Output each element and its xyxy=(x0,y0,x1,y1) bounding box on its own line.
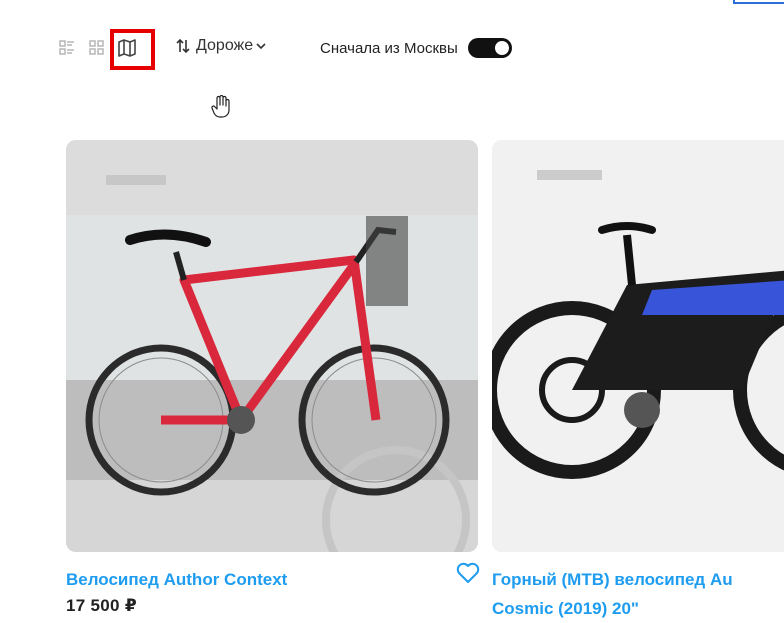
grid-view-icon xyxy=(89,40,104,55)
red-bike-photo xyxy=(66,140,478,552)
product-title-line-2: Cosmic (2019) 20" xyxy=(492,599,639,618)
heart-outline-icon[interactable] xyxy=(456,562,480,584)
sort-label: Дороже xyxy=(196,37,254,54)
product-image[interactable] xyxy=(66,140,478,552)
product-title[interactable]: Велосипед Author Context xyxy=(66,565,478,594)
sort-icon xyxy=(176,38,190,54)
moscow-first-filter: Сначала из Москвы xyxy=(320,38,512,58)
moscow-first-label: Сначала из Москвы xyxy=(320,39,458,57)
triathlon-bike-photo xyxy=(492,140,784,552)
list-view-button[interactable] xyxy=(56,37,78,59)
hand-cursor-icon xyxy=(211,95,230,118)
product-title[interactable]: Горный (MTB) велосипед Au Cosmic (2019) … xyxy=(492,565,784,623)
selection-highlight xyxy=(110,29,155,70)
chevron-down-icon xyxy=(256,43,266,50)
product-price: 17 500 ₽ xyxy=(66,596,137,615)
grid-view-button[interactable] xyxy=(86,37,108,59)
product-card[interactable]: Горный (MTB) велосипед Au Cosmic (2019) … xyxy=(492,140,784,623)
list-view-icon xyxy=(59,40,74,55)
toggle-knob xyxy=(494,41,509,55)
sort-dropdown[interactable]: Дороже xyxy=(176,37,266,55)
product-title-line-1: Горный (MTB) велосипед Au xyxy=(492,570,733,589)
moscow-first-toggle[interactable] xyxy=(467,38,512,58)
product-card[interactable]: Велосипед Author Context 17 500 ₽ xyxy=(66,140,478,616)
top-right-frame xyxy=(733,0,784,4)
product-image[interactable] xyxy=(492,140,784,552)
